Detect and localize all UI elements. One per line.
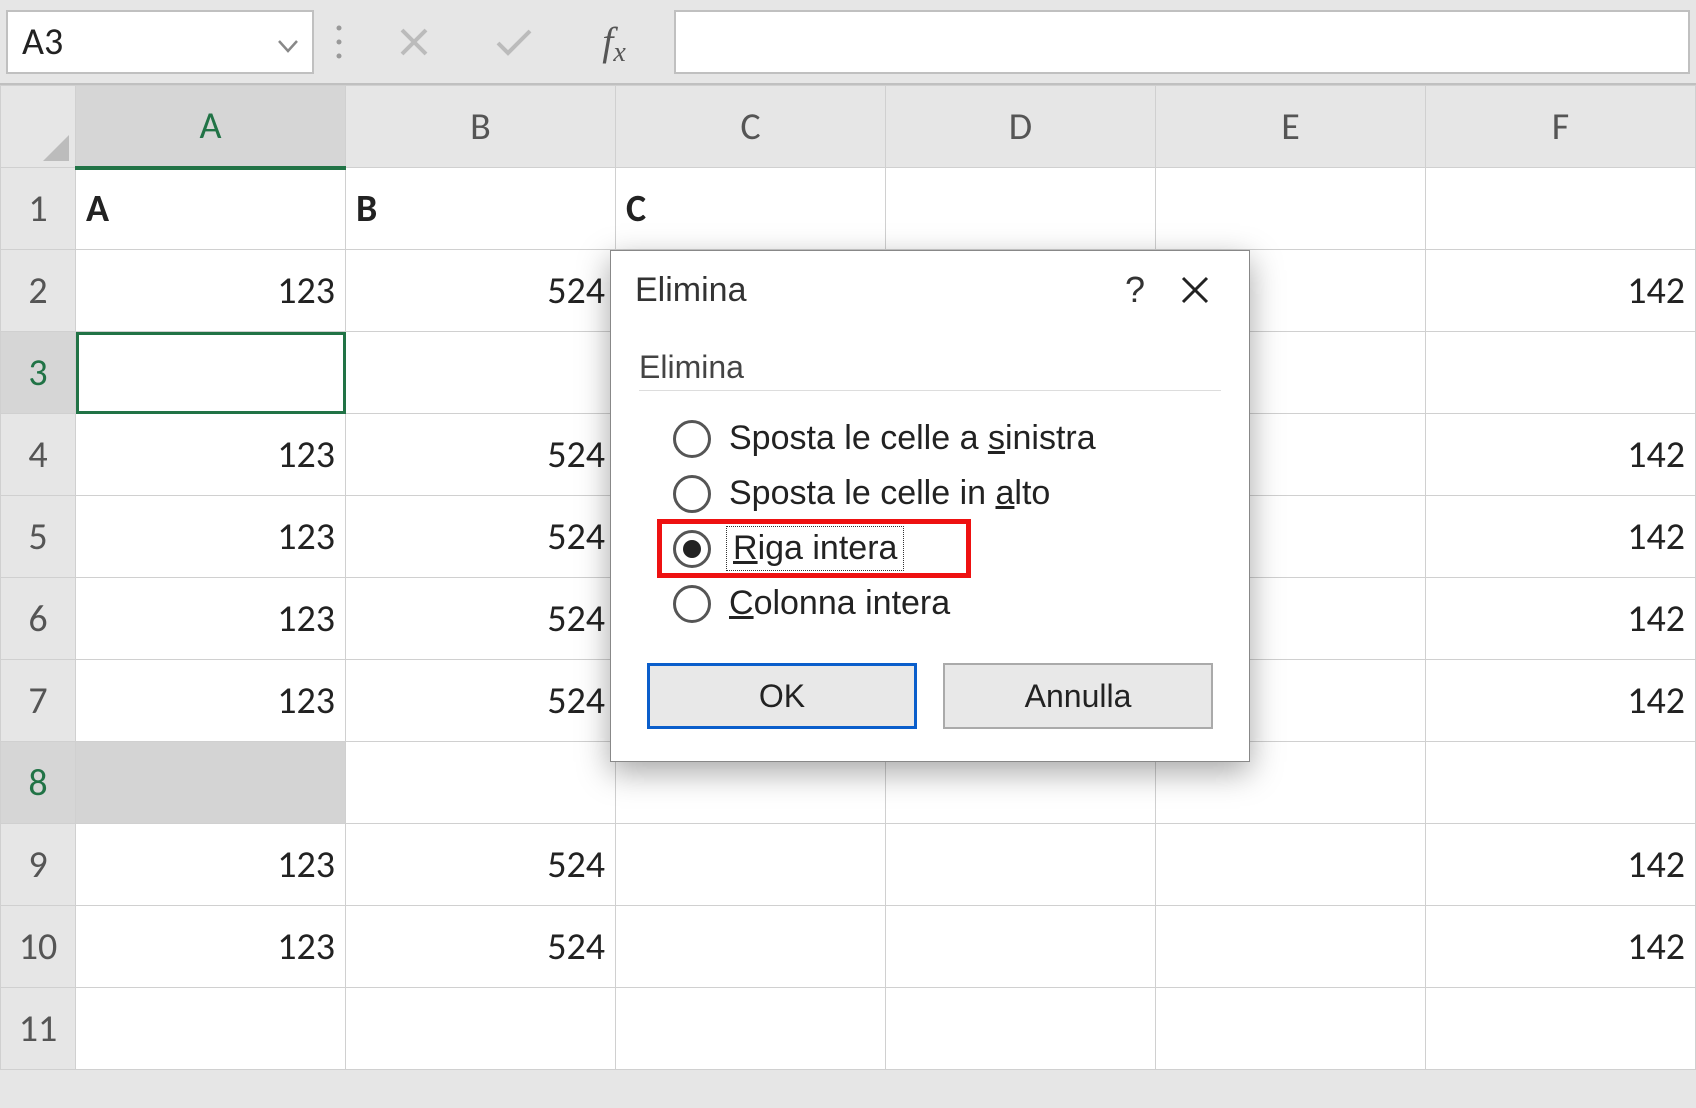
cell[interactable]: 142 — [1426, 414, 1696, 496]
dialog-title: Elimina — [635, 271, 746, 310]
radio-icon — [673, 420, 711, 458]
radio-icon — [673, 585, 711, 623]
dialog-group-label: Elimina — [639, 339, 1221, 391]
check-icon — [494, 25, 534, 59]
cell[interactable] — [1156, 824, 1426, 906]
cancel-formula-button[interactable] — [364, 10, 464, 74]
cell[interactable] — [616, 906, 886, 988]
cancel-button[interactable]: Annulla — [943, 663, 1213, 729]
dialog-close-button[interactable] — [1165, 260, 1225, 320]
cell[interactable]: 123 — [76, 824, 346, 906]
cell[interactable] — [886, 824, 1156, 906]
fx-icon: fx — [602, 18, 626, 65]
radio-shift-cells-left[interactable]: Sposta le celle a sinistra — [639, 411, 1221, 466]
formula-bar-separator — [314, 10, 364, 74]
dialog-titlebar: Elimina ? — [611, 251, 1249, 329]
row-header[interactable]: 3 — [1, 332, 76, 414]
cell[interactable]: 123 — [76, 660, 346, 742]
cell[interactable] — [1426, 332, 1696, 414]
row-header[interactable]: 1 — [1, 168, 76, 250]
cell[interactable] — [1156, 168, 1426, 250]
cell[interactable]: 123 — [76, 496, 346, 578]
radio-label: Sposta le celle in alto — [729, 474, 1050, 513]
radio-icon — [673, 475, 711, 513]
radio-shift-cells-up[interactable]: Sposta le celle in alto — [639, 466, 1221, 521]
cell[interactable] — [346, 332, 616, 414]
column-header-d[interactable]: D — [886, 86, 1156, 168]
cell[interactable]: 123 — [76, 414, 346, 496]
cell[interactable]: 123 — [76, 578, 346, 660]
column-header-b[interactable]: B — [346, 86, 616, 168]
cell[interactable]: 142 — [1426, 496, 1696, 578]
row-header[interactable]: 8 — [1, 742, 76, 824]
cell[interactable]: 142 — [1426, 824, 1696, 906]
row-header[interactable]: 2 — [1, 250, 76, 332]
cell[interactable] — [616, 824, 886, 906]
cell[interactable]: 142 — [1426, 906, 1696, 988]
cell[interactable]: 524 — [346, 906, 616, 988]
cell[interactable]: 524 — [346, 250, 616, 332]
cell[interactable]: 524 — [346, 496, 616, 578]
name-box[interactable]: A3 — [6, 10, 314, 74]
cell[interactable] — [1426, 988, 1696, 1070]
cell[interactable] — [76, 988, 346, 1070]
column-header-f[interactable]: F — [1426, 86, 1696, 168]
row-header[interactable]: 4 — [1, 414, 76, 496]
cell[interactable]: 142 — [1426, 250, 1696, 332]
cell[interactable]: 524 — [346, 824, 616, 906]
cell[interactable]: 524 — [346, 578, 616, 660]
radio-entire-column[interactable]: Colonna intera — [639, 576, 1221, 631]
dialog-help-button[interactable]: ? — [1105, 260, 1165, 320]
cell[interactable] — [346, 742, 616, 824]
close-icon — [1180, 275, 1210, 305]
radio-icon — [673, 530, 711, 568]
formula-input[interactable] — [674, 10, 1690, 74]
row-header[interactable]: 9 — [1, 824, 76, 906]
cell[interactable] — [886, 168, 1156, 250]
radio-label: Riga intera — [729, 529, 901, 568]
cell[interactable] — [346, 988, 616, 1070]
cell[interactable] — [1156, 988, 1426, 1070]
help-icon: ? — [1125, 269, 1145, 311]
row-header[interactable]: 6 — [1, 578, 76, 660]
name-box-value: A3 — [22, 19, 63, 65]
row-header[interactable]: 7 — [1, 660, 76, 742]
delete-dialog: Elimina ? Elimina Sposta le celle a sini… — [610, 250, 1250, 762]
x-icon — [397, 25, 431, 59]
cell[interactable]: A — [76, 168, 346, 250]
row-header[interactable]: 11 — [1, 988, 76, 1070]
column-header-a[interactable]: A — [76, 86, 346, 168]
cell[interactable] — [886, 988, 1156, 1070]
radio-label: Sposta le celle a sinistra — [729, 419, 1096, 458]
cell[interactable]: C — [616, 168, 886, 250]
select-all-corner[interactable] — [1, 86, 76, 168]
cell[interactable] — [76, 332, 346, 414]
cell[interactable]: 524 — [346, 660, 616, 742]
cell[interactable] — [1156, 906, 1426, 988]
formula-bar: A3 fx — [0, 0, 1696, 85]
cell[interactable] — [886, 906, 1156, 988]
cell[interactable]: 123 — [76, 906, 346, 988]
cell[interactable] — [616, 988, 886, 1070]
row-header[interactable]: 10 — [1, 906, 76, 988]
radio-entire-row[interactable]: Riga intera — [639, 521, 1221, 576]
row-header[interactable]: 5 — [1, 496, 76, 578]
cell[interactable] — [76, 742, 346, 824]
chevron-down-icon[interactable] — [278, 19, 298, 65]
ok-button[interactable]: OK — [647, 663, 917, 729]
radio-label: Colonna intera — [729, 584, 950, 623]
cell[interactable] — [1426, 168, 1696, 250]
cell[interactable]: 123 — [76, 250, 346, 332]
column-header-e[interactable]: E — [1156, 86, 1426, 168]
cell[interactable]: 142 — [1426, 660, 1696, 742]
insert-function-button[interactable]: fx — [564, 10, 664, 74]
column-header-c[interactable]: C — [616, 86, 886, 168]
cell[interactable]: 524 — [346, 414, 616, 496]
cell[interactable] — [1426, 742, 1696, 824]
confirm-formula-button[interactable] — [464, 10, 564, 74]
cell[interactable]: B — [346, 168, 616, 250]
cell[interactable]: 142 — [1426, 578, 1696, 660]
